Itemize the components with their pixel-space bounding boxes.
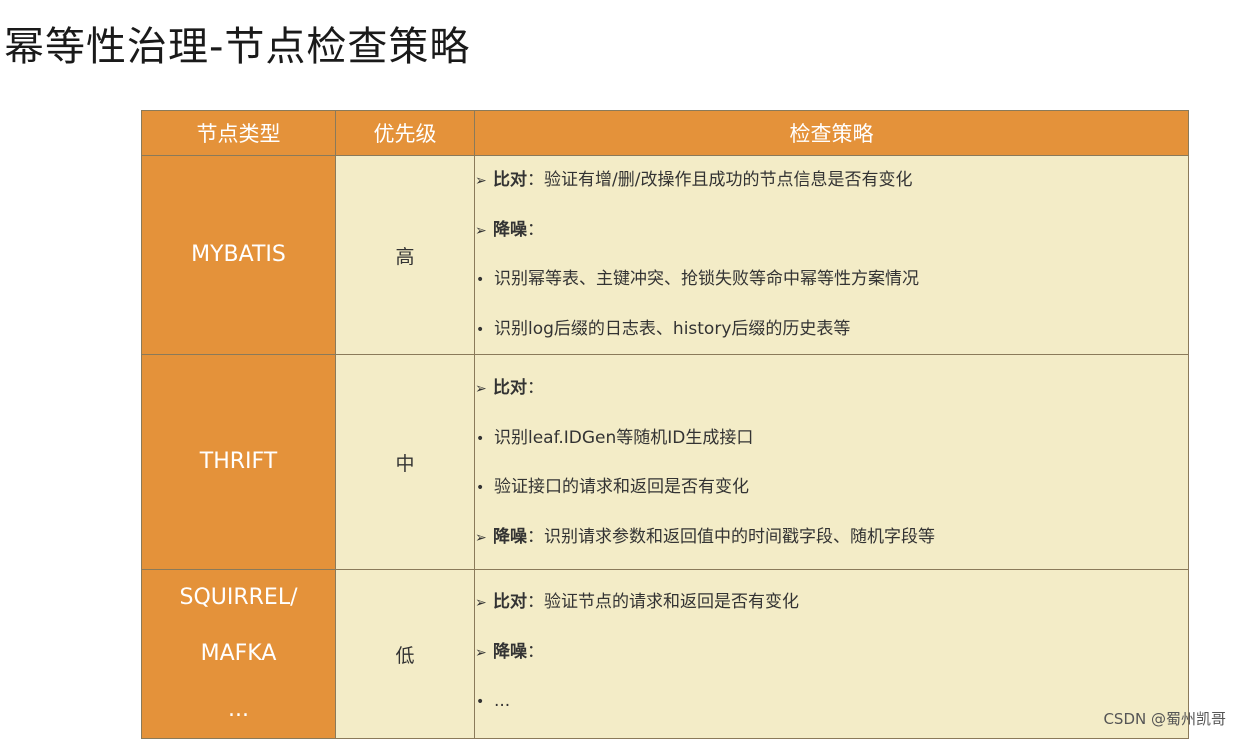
- strategy-keyword: 降噪: [493, 526, 527, 547]
- table-row: THRIFT 中 ➢ 比对： • 识别leaf.IDGen等随机ID生成接口 • 验证…: [141, 354, 1189, 570]
- header-node-type: 节点类型: [141, 110, 336, 156]
- strategy-line: • 识别log后缀的日志表、history后缀的历史表等: [475, 305, 1188, 355]
- header-priority: 优先级: [335, 110, 475, 156]
- strategy-text: 识别log后缀的日志表、history后缀的历史表等: [494, 318, 851, 339]
- strategy-keyword: 降噪: [493, 641, 527, 662]
- strategy-text: ：: [527, 378, 544, 398]
- arrow-bullet-icon: ➢: [475, 222, 487, 239]
- dot-bullet-icon: •: [476, 272, 485, 288]
- node-type-cell: MYBATIS: [141, 155, 336, 355]
- arrow-bullet-icon: ➢: [475, 381, 487, 397]
- strategy-line: • 识别leaf.IDGen等随机ID生成接口: [475, 414, 1188, 464]
- strategy-cell: ➢ 比对：验证有增/删/改操作且成功的节点信息是否有变化 ➢ 降噪： • 识别幂等表、…: [474, 155, 1189, 355]
- priority-cell: 高: [335, 155, 475, 355]
- dot-bullet-icon: •: [476, 430, 485, 447]
- node-type-line: MYBATIS: [191, 242, 286, 267]
- strategy-line: • 验证接口的请求和返回是否有变化: [475, 463, 1188, 513]
- strategy-text: ：: [527, 641, 544, 662]
- priority-cell: 低: [335, 569, 475, 739]
- table-row: SQUIRREL/ MAFKA ... 低 ➢ 比对：验证节点的请求和返回是否有变…: [141, 569, 1189, 739]
- strategy-text: 识别leaf.IDGen等随机ID生成接口: [494, 427, 754, 448]
- strategy-text: ：: [527, 219, 544, 240]
- strategy-keyword: 比对: [493, 592, 527, 612]
- strategy-keyword: 降噪: [493, 219, 527, 240]
- page-title: 幂等性治理-节点检查策略: [4, 24, 471, 70]
- table-row: MYBATIS 高 ➢ 比对：验证有增/删/改操作且成功的节点信息是否有变化 ➢ 降…: [141, 155, 1189, 355]
- strategy-text: 识别幂等表、主键冲突、抢锁失败等命中幂等性方案情况: [494, 269, 919, 289]
- node-type-cell: SQUIRREL/ MAFKA ...: [141, 569, 336, 739]
- node-type-line: THRIFT: [199, 449, 278, 474]
- strategy-text: ：验证节点的请求和返回是否有变化: [527, 592, 799, 612]
- strategy-line: ➢ 降噪：识别请求参数和返回值中的时间戳字段、随机字段等: [475, 513, 1188, 563]
- table-header-row: 节点类型 优先级 检查策略: [141, 110, 1189, 156]
- arrow-bullet-icon: ➢: [475, 595, 487, 611]
- node-type-cell: THRIFT: [141, 354, 336, 570]
- strategy-line: ➢ 降噪：: [475, 206, 1188, 256]
- strategy-keyword: 比对: [493, 170, 527, 190]
- arrow-bullet-icon: ➢: [475, 529, 487, 546]
- node-type-line: MAFKA: [200, 641, 277, 666]
- dot-bullet-icon: •: [476, 694, 485, 710]
- strategy-line: • 识别幂等表、主键冲突、抢锁失败等命中幂等性方案情况: [475, 255, 1188, 305]
- strategy-line: •...: [475, 677, 1188, 727]
- dot-bullet-icon: •: [476, 321, 485, 338]
- strategy-line: ➢ 降噪：: [475, 628, 1188, 678]
- csdn-watermark: CSDN @蜀州凯哥: [1103, 710, 1226, 728]
- strategy-text: ...: [494, 691, 511, 711]
- node-type-line: SQUIRREL/: [179, 585, 298, 610]
- priority-cell: 中: [335, 354, 475, 570]
- strategy-text: 验证接口的请求和返回是否有变化: [494, 477, 749, 497]
- strategy-text: ：识别请求参数和返回值中的时间戳字段、随机字段等: [527, 526, 935, 547]
- node-type-line: ...: [228, 697, 249, 722]
- arrow-bullet-icon: ➢: [475, 173, 487, 189]
- strategy-cell: ➢ 比对：验证节点的请求和返回是否有变化 ➢ 降噪： •...: [474, 569, 1189, 739]
- strategy-line: ➢ 比对：: [475, 364, 1188, 414]
- header-strategy: 检查策略: [474, 110, 1189, 156]
- strategy-text: ：验证有增/删/改操作且成功的节点信息是否有变化: [527, 170, 913, 190]
- arrow-bullet-icon: ➢: [475, 644, 487, 661]
- node-strategy-table: 节点类型 优先级 检查策略 MYBATIS 高 ➢ 比对：验证有增/删/改操作且成…: [141, 110, 1189, 739]
- strategy-cell: ➢ 比对： • 识别leaf.IDGen等随机ID生成接口 • 验证接口的请求和返回是…: [474, 354, 1189, 570]
- dot-bullet-icon: •: [476, 480, 485, 496]
- strategy-keyword: 比对: [493, 378, 527, 398]
- strategy-line: ➢ 比对：验证节点的请求和返回是否有变化: [475, 578, 1188, 628]
- strategy-line: ➢ 比对：验证有增/删/改操作且成功的节点信息是否有变化: [475, 156, 1188, 206]
